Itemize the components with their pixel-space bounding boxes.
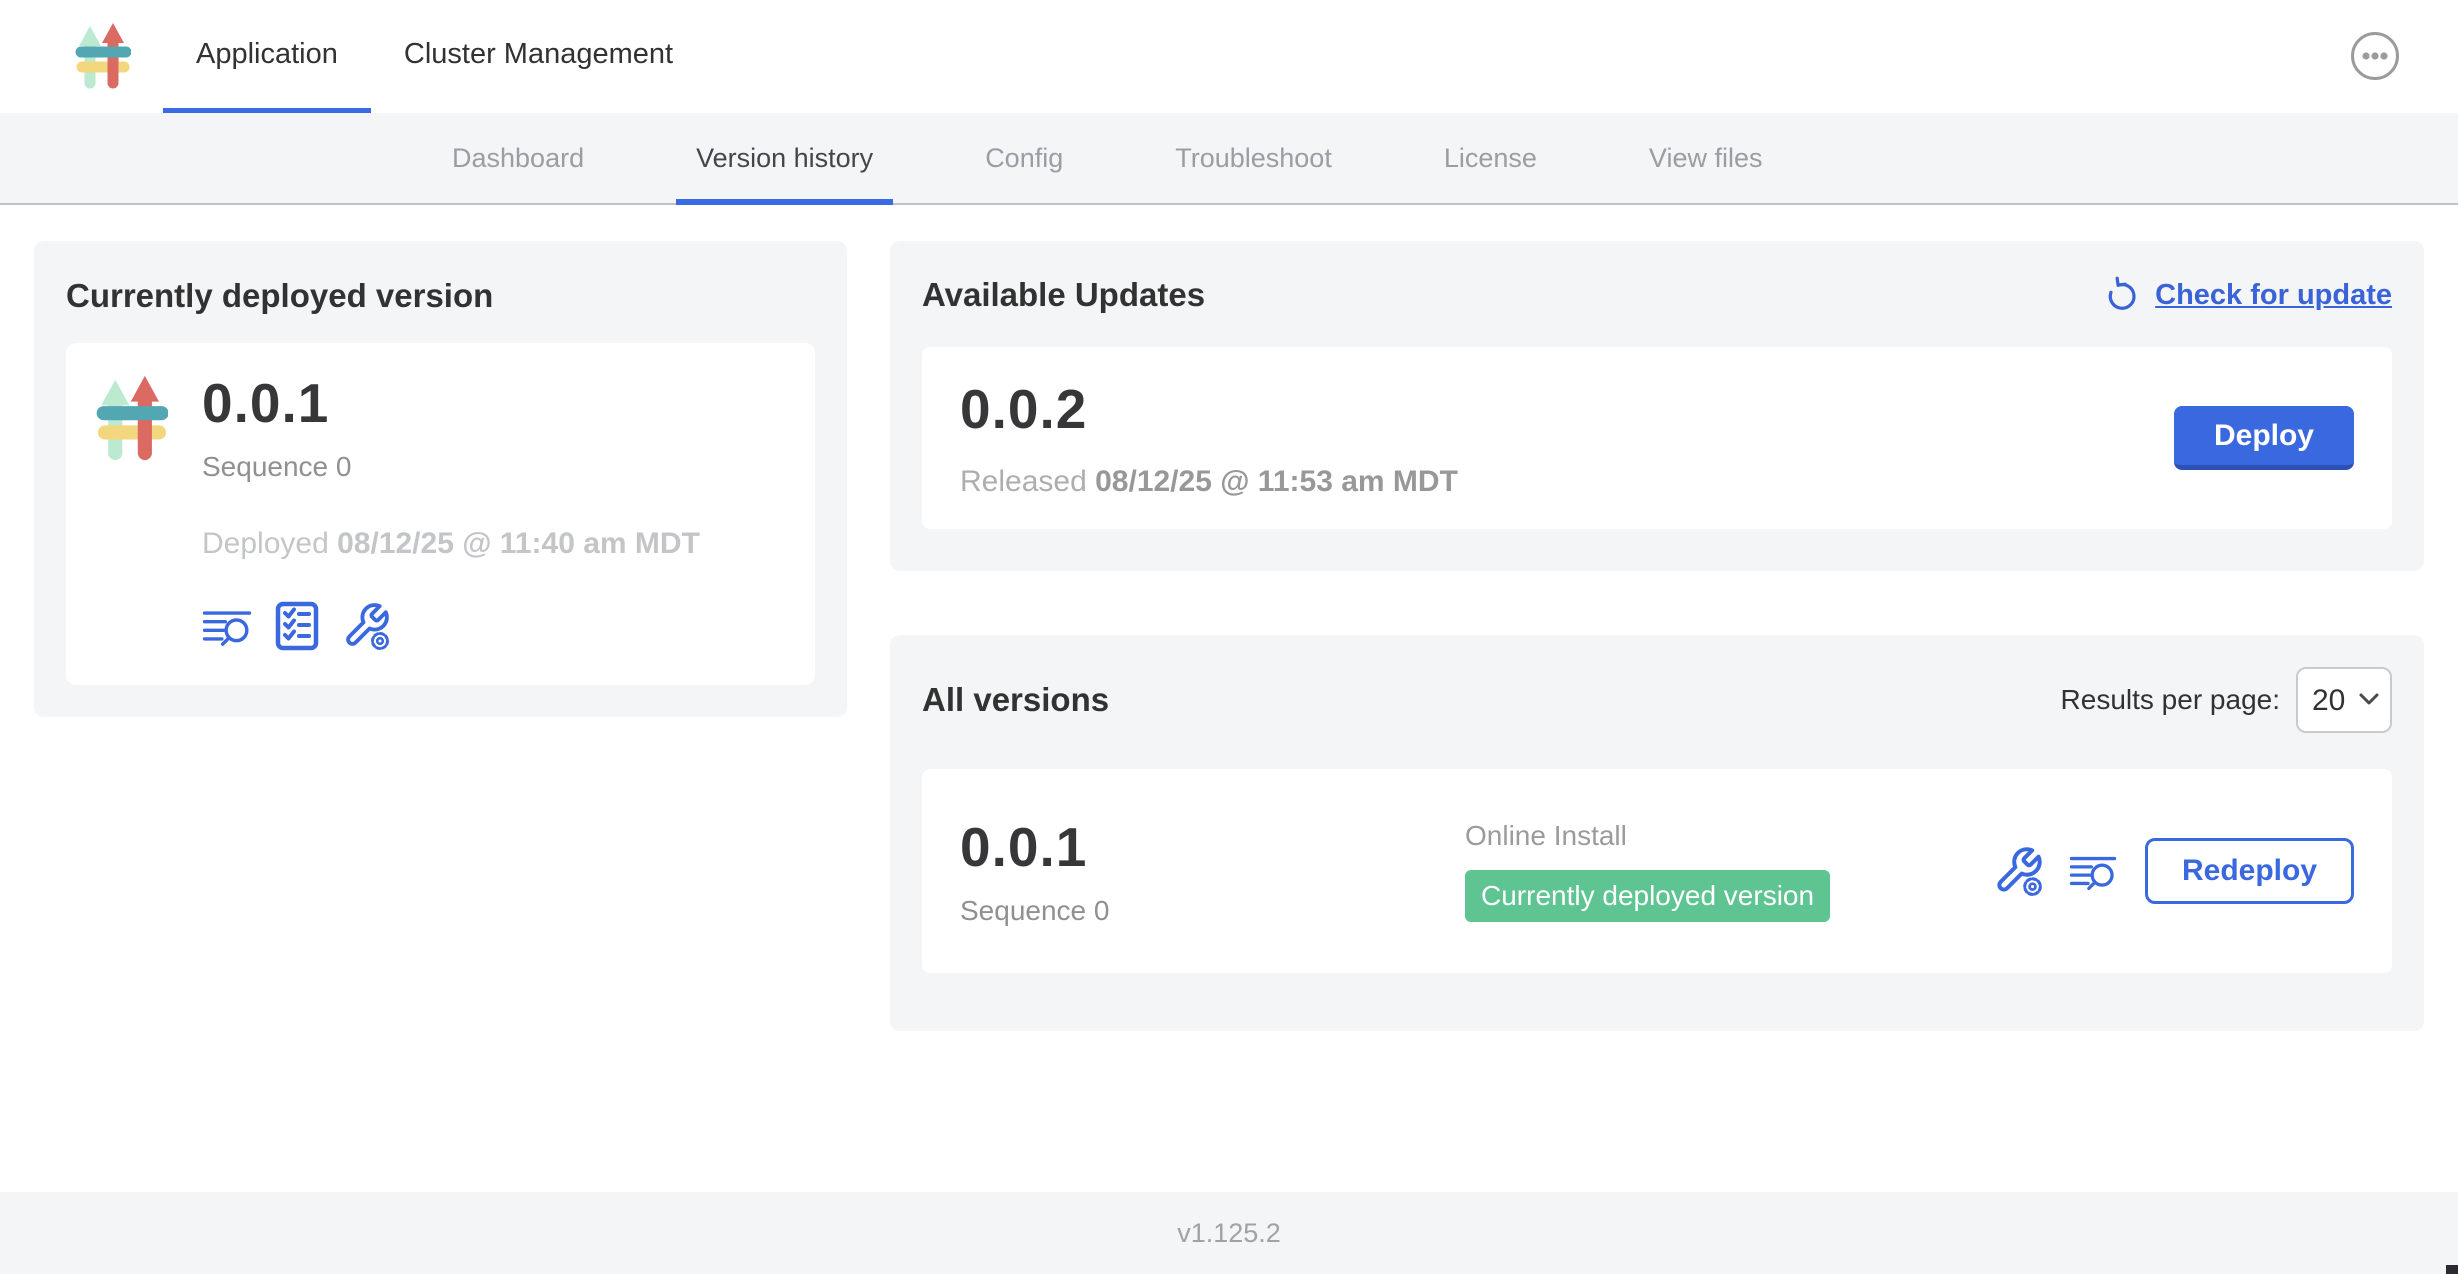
available-updates-card: Available Updates Check for update 0.0.2… [890,241,2424,571]
deployed-timestamp: Deployed 08/12/25 @ 11:40 am MDT [202,527,700,561]
preflight-checks-icon[interactable] [274,601,320,651]
subnav-tab-license[interactable]: License [1388,113,1593,203]
subnav-tab-version-history[interactable]: Version history [640,113,929,203]
released-prefix: Released [960,465,1087,498]
update-version-number: 0.0.2 [960,377,1458,441]
deployed-date: 08/12/25 @ 11:40 am MDT [337,527,700,560]
results-per-page-select[interactable]: 20 [2296,667,2392,733]
currently-deployed-title: Currently deployed version [66,277,815,315]
subnav-tab-dashboard[interactable]: Dashboard [396,113,640,203]
all-versions-title: All versions [922,681,1109,719]
row-sequence-label: Sequence 0 [960,895,1465,927]
deployed-version-number: 0.0.1 [202,371,700,435]
version-row-actions [1993,845,2117,897]
app-subnav: Dashboard Version history Config Trouble… [0,113,2458,205]
deployed-actions [202,601,700,651]
redeploy-button[interactable]: Redeploy [2145,838,2354,904]
app-header: Application Cluster Management [0,0,2458,113]
logs-icon[interactable] [2069,849,2117,893]
results-per-page-label: Results per page: [2061,684,2280,716]
app-logo-arrows-icon [75,20,131,90]
subnav-tab-config[interactable]: Config [929,113,1119,203]
deployed-sequence-label: Sequence 0 [202,451,700,483]
console-version-label: v1.125.2 [1177,1218,1281,1249]
app-logo-arrows-icon [96,373,168,461]
results-per-page: Results per page: 20 [2061,667,2392,733]
available-updates-title: Available Updates [922,276,1205,314]
app-footer: v1.125.2 [0,1192,2458,1274]
released-date: 08/12/25 @ 11:53 am MDT [1095,465,1458,498]
install-type-label: Online Install [1465,820,1830,852]
subnav-tab-view-files[interactable]: View files [1593,113,1819,203]
version-history-page: Application Cluster Management Dashboard… [0,0,2458,1274]
deployed-version-details: 0.0.1 Sequence 0 Deployed 08/12/25 @ 11:… [202,371,700,651]
deploy-button[interactable]: Deploy [2174,406,2354,470]
currently-deployed-version-card: 0.0.1 Sequence 0 Deployed 08/12/25 @ 11:… [66,343,815,685]
update-details: 0.0.2 Released 08/12/25 @ 11:53 am MDT [960,377,1458,499]
version-row: 0.0.1 Sequence 0 Online Install Currentl… [922,769,2392,973]
subnav-tab-troubleshoot[interactable]: Troubleshoot [1119,113,1388,203]
available-update-row: 0.0.2 Released 08/12/25 @ 11:53 am MDT D… [922,347,2392,529]
all-versions-card: All versions Results per page: 20 [890,635,2424,1031]
check-for-update-label: Check for update [2155,279,2392,312]
refresh-icon [2103,275,2141,315]
right-column: Available Updates Check for update 0.0.2… [890,241,2424,1031]
tab-application[interactable]: Application [163,0,371,113]
logs-icon[interactable] [202,602,252,650]
main-content: Currently deployed version 0.0.1 Sequenc… [0,205,2458,1192]
version-row-details: 0.0.1 Sequence 0 [960,815,1465,927]
header-tabs: Application Cluster Management [163,0,706,113]
currently-deployed-card: Currently deployed version 0.0.1 Sequenc… [34,241,847,717]
version-row-status: Online Install Currently deployed versio… [1465,820,1830,922]
check-for-update-link[interactable]: Check for update [2103,275,2392,315]
wrench-gear-icon[interactable] [1993,845,2045,897]
currently-deployed-badge: Currently deployed version [1465,870,1830,922]
deployed-prefix: Deployed [202,527,329,560]
header-spacer [706,0,2350,113]
row-version-number: 0.0.1 [960,815,1465,879]
update-released-timestamp: Released 08/12/25 @ 11:53 am MDT [960,465,1458,499]
ellipsis-menu-icon[interactable] [2350,31,2400,81]
tab-cluster-management[interactable]: Cluster Management [371,0,706,113]
wrench-gear-icon[interactable] [342,601,392,651]
corner-artifact [2446,1265,2458,1274]
